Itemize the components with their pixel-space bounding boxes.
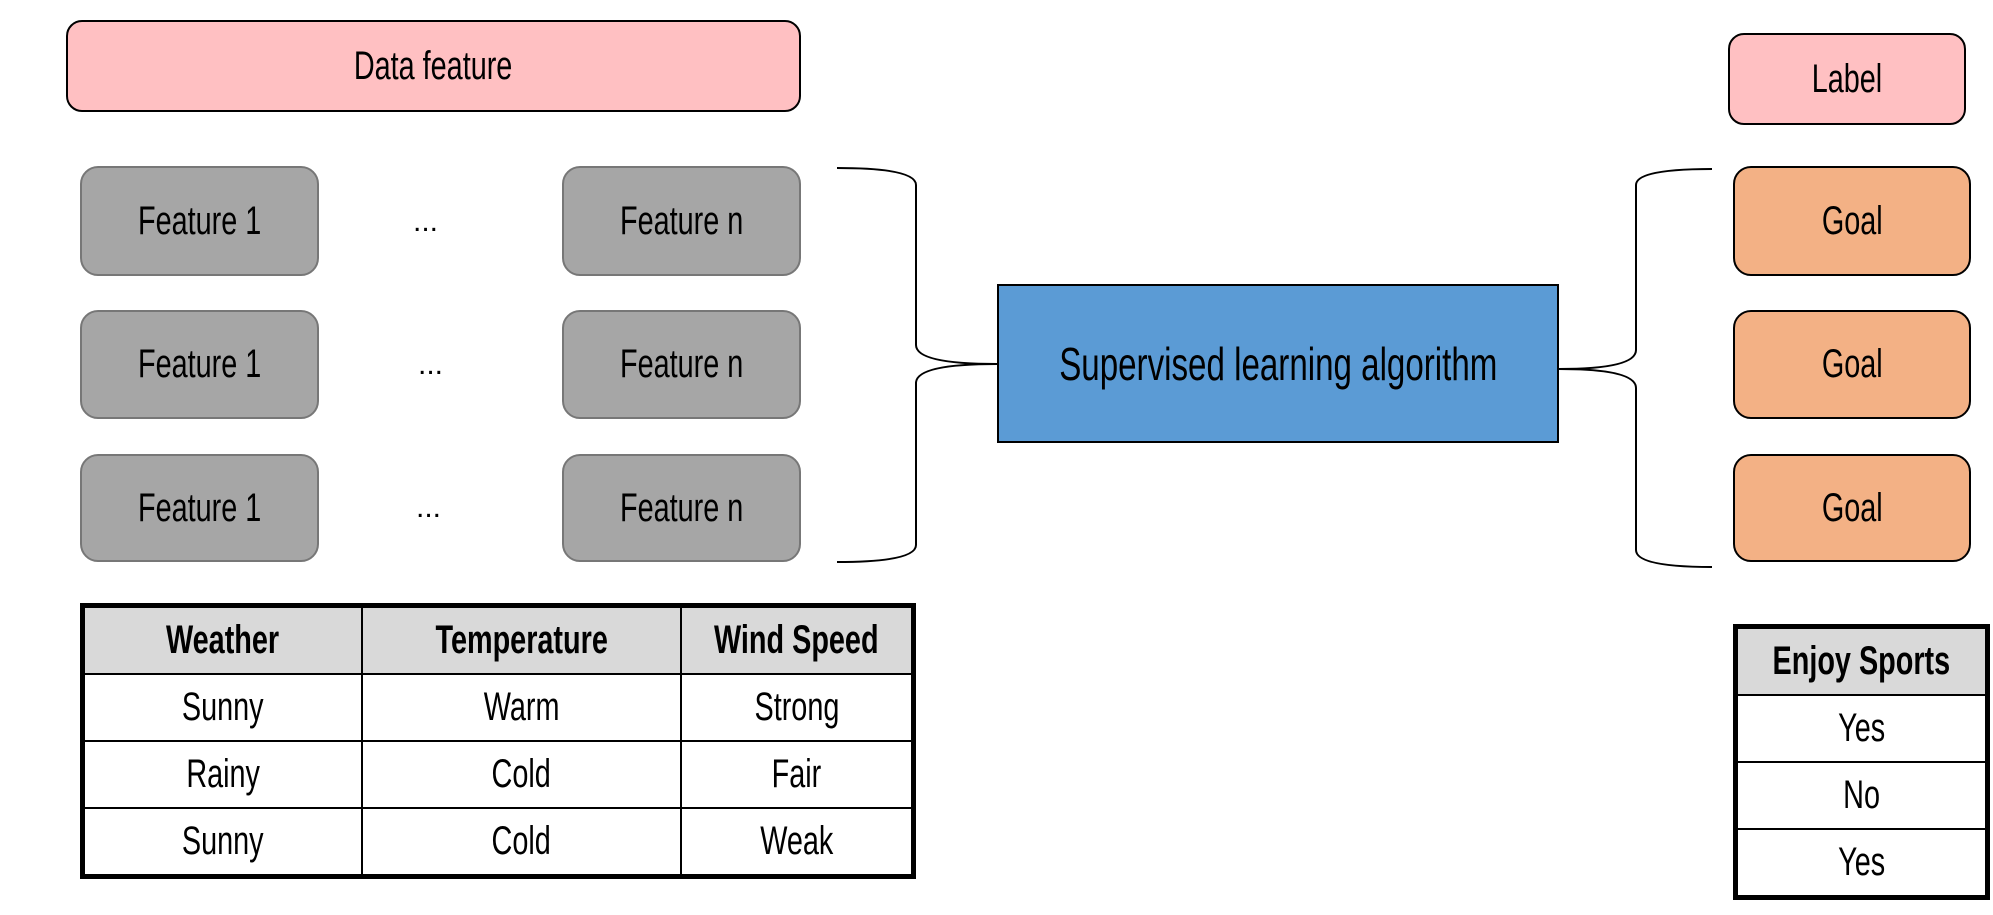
left-brace bbox=[836, 167, 998, 563]
table-cell: Yes bbox=[1837, 840, 1885, 884]
table-cell: Strong bbox=[754, 685, 840, 729]
table-cell: Warm bbox=[483, 685, 560, 729]
goal-label: Goal bbox=[1821, 198, 1883, 243]
table-row: Yes bbox=[1734, 828, 1989, 899]
column-header: Weather bbox=[166, 618, 280, 662]
feature-label: Feature n bbox=[619, 198, 744, 243]
feature-box: Feature 1 bbox=[80, 454, 319, 562]
table-row: Yes bbox=[1734, 694, 1989, 763]
algorithm-label: Supervised learning algorithm bbox=[1058, 337, 1498, 390]
column-header: Temperature bbox=[435, 618, 608, 662]
table-cell: Sunny bbox=[181, 819, 264, 863]
table-row: No bbox=[1734, 761, 1989, 830]
feature-table: Weather Temperature Wind Speed Sunny War… bbox=[80, 603, 916, 879]
table-cell: Rainy bbox=[186, 752, 260, 796]
goal-label: Goal bbox=[1821, 485, 1883, 530]
data-feature-label: Data feature bbox=[354, 43, 513, 88]
table-row: Sunny Warm Strong bbox=[81, 673, 915, 742]
ellipsis: ... bbox=[418, 348, 444, 381]
data-feature-header: Data feature bbox=[66, 20, 801, 112]
feature-label: Feature n bbox=[619, 485, 744, 530]
goal-box: Goal bbox=[1733, 454, 1971, 562]
column-header: Wind Speed bbox=[714, 618, 880, 662]
right-brace bbox=[1558, 168, 1713, 568]
table-cell: Weak bbox=[760, 819, 834, 863]
algorithm-box: Supervised learning algorithm bbox=[997, 284, 1559, 443]
feature-label: Feature 1 bbox=[137, 485, 262, 530]
label-label: Label bbox=[1811, 56, 1883, 101]
ellipsis: ... bbox=[416, 491, 442, 524]
table-row: Sunny Cold Weak bbox=[81, 807, 915, 878]
table-header-row: Enjoy Sports bbox=[1734, 625, 1989, 696]
goal-box: Goal bbox=[1733, 166, 1971, 276]
goal-label: Goal bbox=[1821, 342, 1883, 386]
feature-box: Feature n bbox=[562, 310, 801, 419]
table-row: Rainy Cold Fair bbox=[81, 740, 915, 809]
table-cell: Cold bbox=[491, 752, 552, 796]
feature-box: Feature 1 bbox=[80, 166, 319, 276]
goal-box: Goal bbox=[1733, 310, 1971, 419]
feature-label: Feature 1 bbox=[137, 342, 262, 386]
table-cell: Yes bbox=[1837, 706, 1885, 750]
table-cell: Sunny bbox=[181, 685, 264, 729]
table-header-row: Weather Temperature Wind Speed bbox=[81, 604, 915, 675]
feature-label: Feature n bbox=[619, 342, 744, 386]
feature-box: Feature n bbox=[562, 454, 801, 562]
feature-box: Feature 1 bbox=[80, 310, 319, 419]
feature-box: Feature n bbox=[562, 166, 801, 276]
label-header: Label bbox=[1728, 33, 1966, 125]
feature-label: Feature 1 bbox=[137, 198, 262, 243]
ellipsis: ... bbox=[413, 205, 439, 238]
label-table: Enjoy Sports Yes No Yes bbox=[1733, 624, 1990, 900]
table-cell: Cold bbox=[491, 819, 552, 863]
column-header: Enjoy Sports bbox=[1772, 639, 1951, 683]
table-cell: No bbox=[1842, 773, 1880, 817]
table-cell: Fair bbox=[771, 752, 822, 796]
